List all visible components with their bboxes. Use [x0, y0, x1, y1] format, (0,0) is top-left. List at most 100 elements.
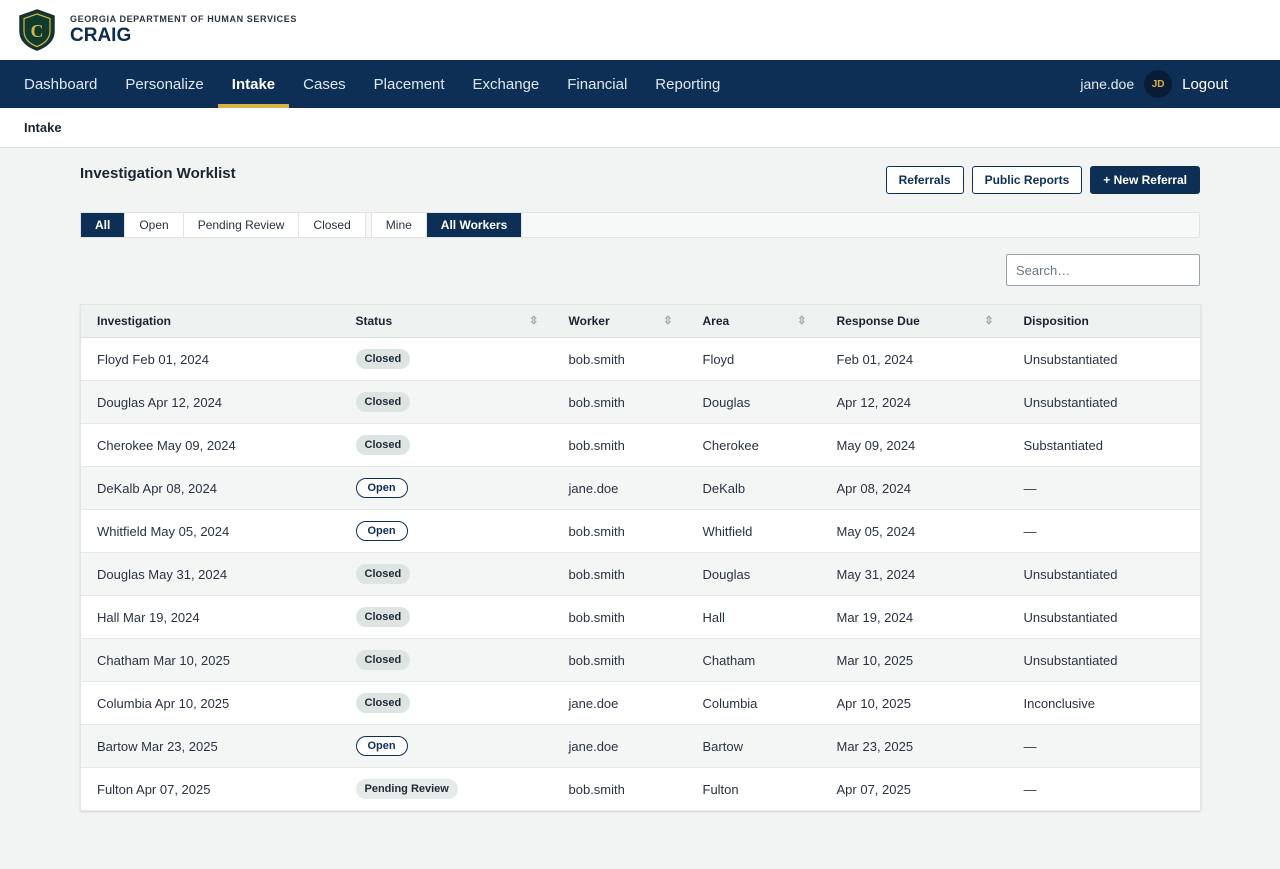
disposition-cell-text: Unsubstantiated: [1023, 566, 1118, 582]
filter-closed[interactable]: Closed: [299, 213, 366, 237]
worker-cell-text: bob.smith: [568, 394, 625, 410]
table-row[interactable]: Douglas May 31, 2024 Closed bob.smith Dougl…: [80, 552, 1201, 596]
filter-all[interactable]: All: [81, 213, 126, 237]
status-badge: Closed: [355, 349, 411, 369]
investigation-cell-text[interactable]: Douglas Apr 12, 2024: [97, 395, 222, 410]
shield-logo-icon[interactable]: C: [18, 9, 56, 51]
response-due-cell-text: Apr 07, 2025: [836, 781, 911, 797]
disposition-cell: Unsubstantiated: [1007, 337, 1201, 381]
investigation-cell-text[interactable]: Bartow Mar 23, 2025: [97, 739, 218, 754]
disposition-cell-text: Unsubstantiated: [1023, 652, 1118, 668]
col-investigation[interactable]: Investigation: [80, 304, 340, 338]
table-row[interactable]: Douglas Apr 12, 2024 Closed bob.smith Dougl…: [80, 380, 1201, 424]
investigation-cell-text[interactable]: Douglas May 31, 2024: [97, 567, 227, 582]
status-cell: Closed: [339, 595, 553, 639]
investigation-cell-text[interactable]: Chatham Mar 10, 2025: [97, 653, 230, 668]
new-referral-button[interactable]: + New Referral: [1090, 166, 1200, 194]
sort-icon[interactable]: ⇳: [529, 314, 538, 327]
table-header-row: Investigation Status ⇳ Worker ⇳ Area ⇳ Resp…: [80, 304, 1201, 338]
investigation-cell: Whitfield May 05, 2024: [80, 509, 340, 553]
nav-placement[interactable]: Placement: [360, 60, 459, 108]
worker-cell: bob.smith: [552, 380, 687, 424]
response-due-cell: May 09, 2024: [820, 423, 1008, 467]
worklist-panel: Investigation Worklist Referrals Public …: [80, 148, 1201, 811]
status-cell: Open: [339, 509, 553, 553]
disposition-cell: —: [1007, 509, 1201, 553]
nav-financial[interactable]: Financial: [553, 60, 641, 108]
col-worker[interactable]: Worker ⇳: [552, 304, 687, 338]
search-input[interactable]: [1006, 254, 1200, 286]
table-row[interactable]: Hall Mar 19, 2024 Closed bob.smith Hall Mar …: [80, 595, 1201, 639]
status-badge: Closed: [355, 435, 411, 455]
col-investigation-label: Investigation: [97, 314, 172, 328]
investigation-cell-text[interactable]: Fulton Apr 07, 2025: [97, 782, 210, 797]
avatar[interactable]: JD: [1144, 70, 1173, 98]
table-row[interactable]: Cherokee May 09, 2024 Closed bob.smith Cher…: [80, 423, 1201, 467]
nav-exchange[interactable]: Exchange: [459, 60, 554, 108]
sort-icon[interactable]: ⇳: [663, 314, 672, 327]
response-due-cell: Apr 08, 2024: [820, 466, 1008, 510]
investigation-cell-text[interactable]: DeKalb Apr 08, 2024: [97, 481, 217, 496]
investigation-cell-text[interactable]: Cherokee May 09, 2024: [97, 438, 236, 453]
worker-cell-text: jane.doe: [568, 738, 619, 754]
sort-icon[interactable]: ⇳: [984, 314, 993, 327]
table-row[interactable]: Chatham Mar 10, 2025 Closed bob.smith Chath…: [80, 638, 1201, 682]
nav-intake[interactable]: Intake: [217, 60, 290, 108]
table-row[interactable]: Floyd Feb 01, 2024 Closed bob.smith Floyd Fe…: [80, 337, 1201, 381]
col-status[interactable]: Status ⇳: [339, 304, 553, 338]
status-cell: Open: [339, 724, 553, 768]
app-name[interactable]: CRAIG: [70, 25, 297, 47]
disposition-cell: —: [1007, 724, 1201, 768]
table-row[interactable]: Bartow Mar 23, 2025 Open jane.doe Bartow Mar…: [80, 724, 1201, 768]
nav-personalize[interactable]: Personalize: [111, 60, 217, 108]
disposition-cell: Unsubstantiated: [1007, 638, 1201, 682]
table-row[interactable]: DeKalb Apr 08, 2024 Open jane.doe DeKalb Apr…: [80, 466, 1201, 510]
area-cell: Douglas: [686, 380, 821, 424]
public-reports-button[interactable]: Public Reports: [971, 166, 1083, 194]
status-cell: Closed: [339, 681, 553, 725]
investigation-cell-text[interactable]: Hall Mar 19, 2024: [97, 610, 200, 625]
area-cell: Fulton: [686, 767, 821, 811]
filter-all-workers[interactable]: All Workers: [426, 213, 523, 237]
area-cell-text: Chatham: [702, 652, 756, 668]
disposition-cell-text: Substantiated: [1023, 437, 1104, 453]
status-badge: Closed: [355, 607, 411, 627]
sort-icon[interactable]: ⇳: [797, 314, 806, 327]
department-name: GEORGIA DEPARTMENT OF HUMAN SERVICES: [70, 13, 297, 24]
response-due-cell-text: Apr 10, 2025: [836, 695, 911, 711]
investigation-table: Investigation Status ⇳ Worker ⇳ Area ⇳ Resp…: [80, 304, 1201, 811]
table-row[interactable]: Whitfield May 05, 2024 Open bob.smith Whitf…: [80, 509, 1201, 553]
filter-open[interactable]: Open: [125, 213, 184, 237]
status-badge: Closed: [355, 564, 411, 584]
col-disposition[interactable]: Disposition: [1007, 304, 1201, 338]
investigation-cell-text[interactable]: Columbia Apr 10, 2025: [97, 696, 229, 711]
investigation-cell: Chatham Mar 10, 2025: [80, 638, 340, 682]
nav-reporting[interactable]: Reporting: [641, 60, 734, 108]
col-response-due[interactable]: Response Due ⇳: [820, 304, 1008, 338]
area-cell-text: Whitfield: [702, 523, 753, 539]
col-area[interactable]: Area ⇳: [686, 304, 821, 338]
brand-header: C GEORGIA DEPARTMENT OF HUMAN SERVICES C…: [0, 0, 1280, 60]
investigation-cell-text[interactable]: Whitfield May 05, 2024: [97, 524, 229, 539]
nav-cases[interactable]: Cases: [289, 60, 360, 108]
investigation-cell-text[interactable]: Floyd Feb 01, 2024: [97, 352, 209, 367]
worker-cell: bob.smith: [552, 337, 687, 381]
table-body: Floyd Feb 01, 2024 Closed bob.smith Floyd Fe…: [80, 337, 1201, 811]
table-row[interactable]: Fulton Apr 07, 2025 Pending Review bob.smi…: [80, 767, 1201, 811]
filter-pending-review[interactable]: Pending Review: [183, 213, 300, 237]
disposition-cell-text: —: [1023, 480, 1037, 496]
filter-mine[interactable]: Mine: [371, 213, 427, 237]
referrals-button[interactable]: Referrals: [885, 166, 964, 194]
area-cell-text: Douglas: [702, 394, 751, 410]
response-due-cell-text: Feb 01, 2024: [836, 351, 914, 367]
worker-cell-text: bob.smith: [568, 437, 625, 453]
response-due-cell: Apr 07, 2025: [820, 767, 1008, 811]
table-row[interactable]: Columbia Apr 10, 2025 Closed jane.doe Colum…: [80, 681, 1201, 725]
nav-dashboard[interactable]: Dashboard: [10, 60, 111, 108]
disposition-cell-text: —: [1023, 781, 1037, 797]
investigation-cell: Cherokee May 09, 2024: [80, 423, 340, 467]
response-due-cell-text: Mar 19, 2024: [836, 609, 914, 625]
status-badge: Closed: [355, 650, 411, 670]
status-cell: Pending Review: [339, 767, 553, 811]
logout-link[interactable]: Logout: [1182, 76, 1228, 93]
